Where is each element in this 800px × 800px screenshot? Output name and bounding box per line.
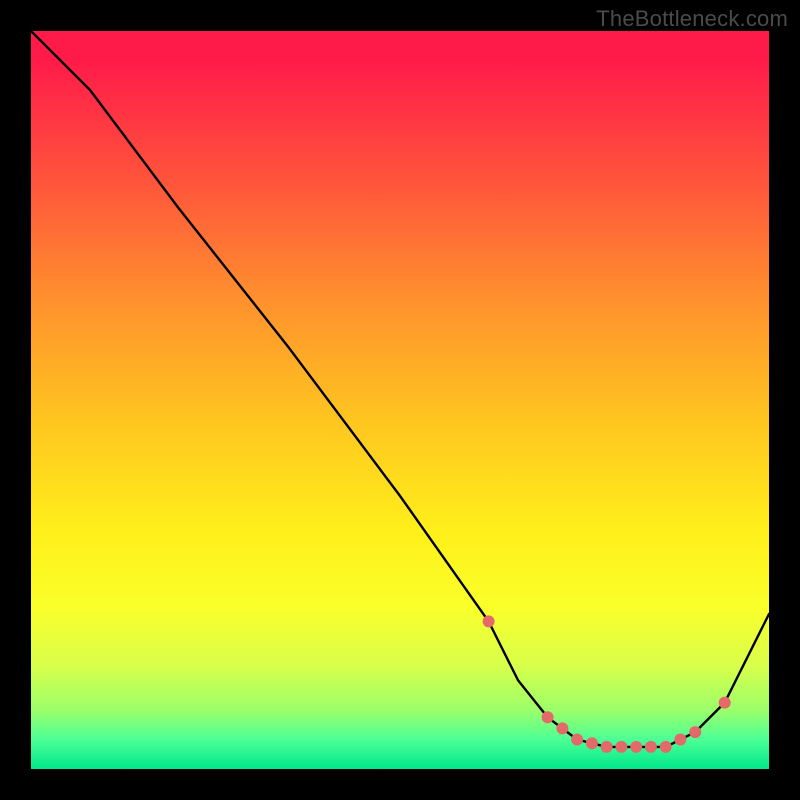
marker-dot <box>556 722 568 734</box>
marker-dot <box>601 741 613 753</box>
marker-dot <box>586 737 598 749</box>
chart-svg <box>31 31 769 769</box>
marker-dot <box>483 615 495 627</box>
marker-dot <box>542 711 554 723</box>
curve-line <box>31 31 769 747</box>
marker-dot <box>660 741 672 753</box>
attribution-watermark: TheBottleneck.com <box>596 6 788 32</box>
marker-dot <box>674 734 686 746</box>
marker-dot <box>689 726 701 738</box>
marker-dot <box>571 734 583 746</box>
marker-dot <box>719 697 731 709</box>
marker-dot <box>630 741 642 753</box>
marker-dot <box>645 741 657 753</box>
marker-dot <box>615 741 627 753</box>
